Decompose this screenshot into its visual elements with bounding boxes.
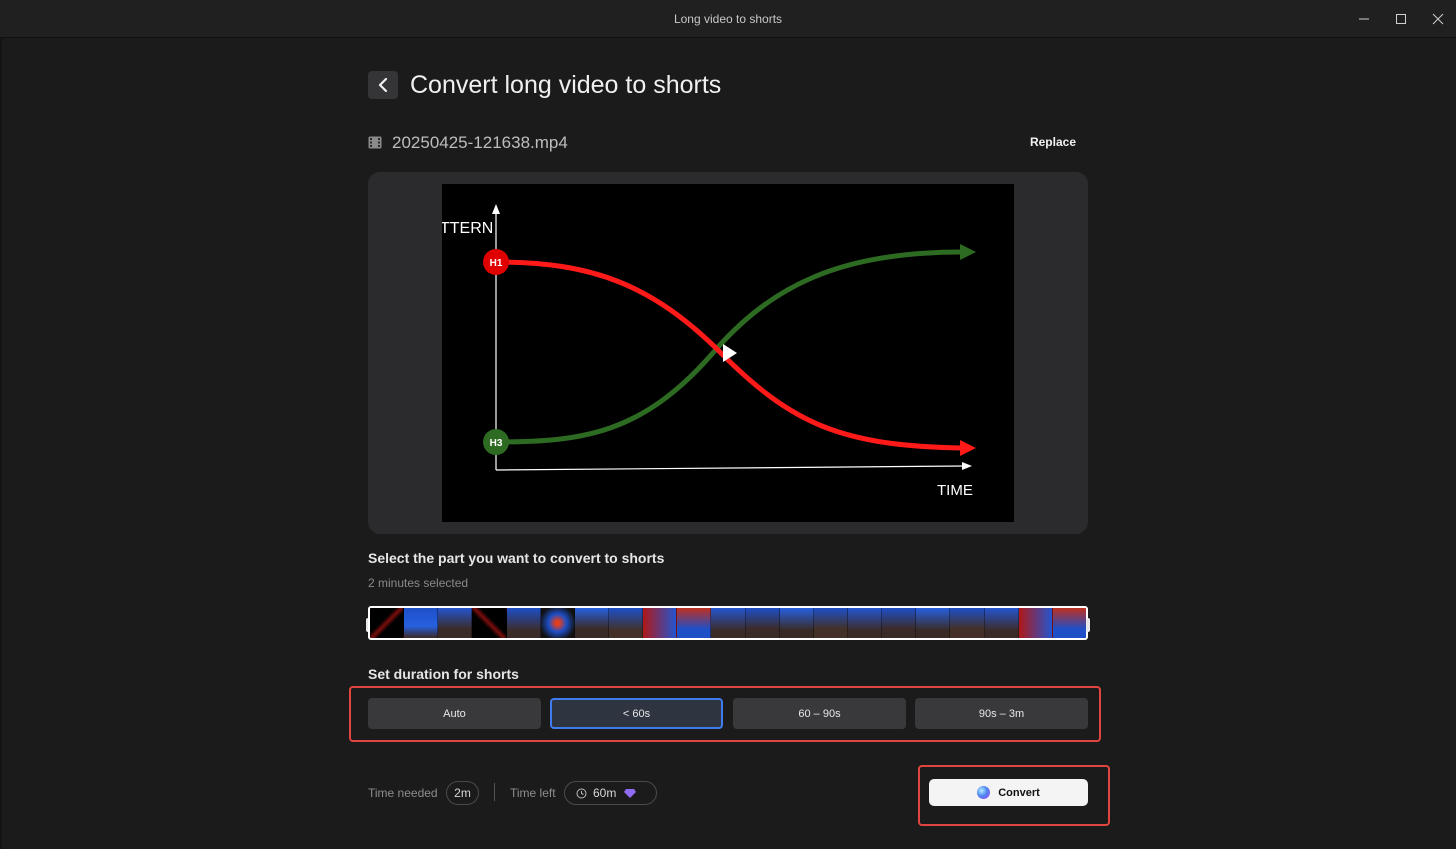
timeline-frame — [438, 608, 473, 638]
maximize-icon — [1395, 13, 1406, 24]
red-arrowhead — [960, 440, 976, 456]
time-needed-value: 2m — [454, 786, 471, 800]
time-left-value: 60m — [593, 786, 617, 800]
film-icon — [368, 136, 382, 149]
time-needed-badge: 2m — [446, 781, 479, 805]
time-left-badge[interactable]: 60m — [564, 781, 657, 805]
timeline-frame — [882, 608, 917, 638]
marker-h1-label: H1 — [490, 258, 503, 269]
x-axis-arrow — [962, 462, 972, 470]
y-axis-arrow — [492, 204, 500, 214]
timeline-frame — [643, 608, 678, 638]
timeline-frame — [711, 608, 746, 638]
timeline-frame — [813, 608, 848, 638]
duration-title: Set duration for shorts — [368, 666, 519, 682]
clock-icon — [576, 788, 587, 798]
video-frame: H1 H3 TTERN TIME — [442, 204, 976, 499]
close-button[interactable] — [1419, 0, 1456, 37]
trim-handle-right[interactable] — [1086, 618, 1090, 632]
video-preview-panel: H1 H3 TTERN TIME — [368, 172, 1088, 534]
timeline-frame — [1018, 608, 1053, 638]
video-player[interactable]: H1 H3 TTERN TIME — [442, 184, 1014, 522]
gem-icon — [624, 789, 637, 798]
timeline-frame — [540, 608, 575, 638]
timeline-frame — [779, 608, 814, 638]
minimize-button[interactable] — [1345, 0, 1382, 37]
replace-button[interactable]: Replace — [1030, 135, 1076, 149]
time-needed-label: Time needed — [368, 786, 438, 800]
timeline-frame — [1052, 608, 1086, 638]
timeline-frame — [950, 608, 985, 638]
window-edge — [0, 37, 2, 849]
duration-auto-button[interactable]: Auto — [368, 698, 541, 729]
green-curve — [495, 249, 963, 445]
convert-button[interactable]: Convert — [929, 779, 1088, 806]
convert-label: Convert — [998, 786, 1040, 799]
timeline-frame — [916, 608, 951, 638]
duration-90s-3m-button[interactable]: 90s – 3m — [915, 698, 1088, 729]
window-controls — [1345, 0, 1456, 37]
selection-subtitle: 2 minutes selected — [368, 576, 469, 590]
x-axis-label: TIME — [937, 482, 973, 499]
timeline-strip[interactable] — [368, 606, 1088, 640]
timeline-frame — [608, 608, 644, 638]
ai-orb-icon — [977, 786, 991, 799]
footer-divider — [494, 783, 495, 801]
green-arrowhead — [960, 244, 976, 260]
close-icon — [1432, 13, 1443, 24]
window-titlebar: Long video to shorts — [0, 0, 1456, 38]
timeline-frame — [677, 608, 712, 638]
marker-h3-label: H3 — [490, 438, 503, 449]
timeline-frame — [472, 608, 507, 638]
y-axis-label: TTERN — [442, 220, 493, 237]
window-title: Long video to shorts — [673, 11, 783, 26]
duration-60-90s-button[interactable]: 60 – 90s — [733, 698, 906, 729]
time-left-label: Time left — [510, 786, 556, 800]
x-axis — [495, 465, 965, 471]
page-title: Convert long video to shorts — [410, 71, 722, 99]
timeline-frame — [370, 608, 405, 638]
duration-under-60s-button[interactable]: < 60s — [550, 698, 723, 729]
file-row: 20250425-121638.mp4 Replace — [368, 131, 1088, 155]
timeline-frame — [574, 608, 609, 638]
chevron-left-icon — [378, 77, 388, 93]
timeline-frame — [404, 608, 439, 638]
maximize-button[interactable] — [1382, 0, 1419, 37]
file-name: 20250425-121638.mp4 — [392, 133, 568, 152]
selection-title: Select the part you want to convert to s… — [368, 550, 665, 566]
timeline-frame — [984, 608, 1019, 638]
timeline-frame — [745, 608, 780, 638]
minimize-icon — [1358, 18, 1369, 19]
back-button[interactable] — [368, 71, 398, 99]
timeline-frame — [506, 608, 541, 638]
timeline-frame — [847, 608, 883, 638]
